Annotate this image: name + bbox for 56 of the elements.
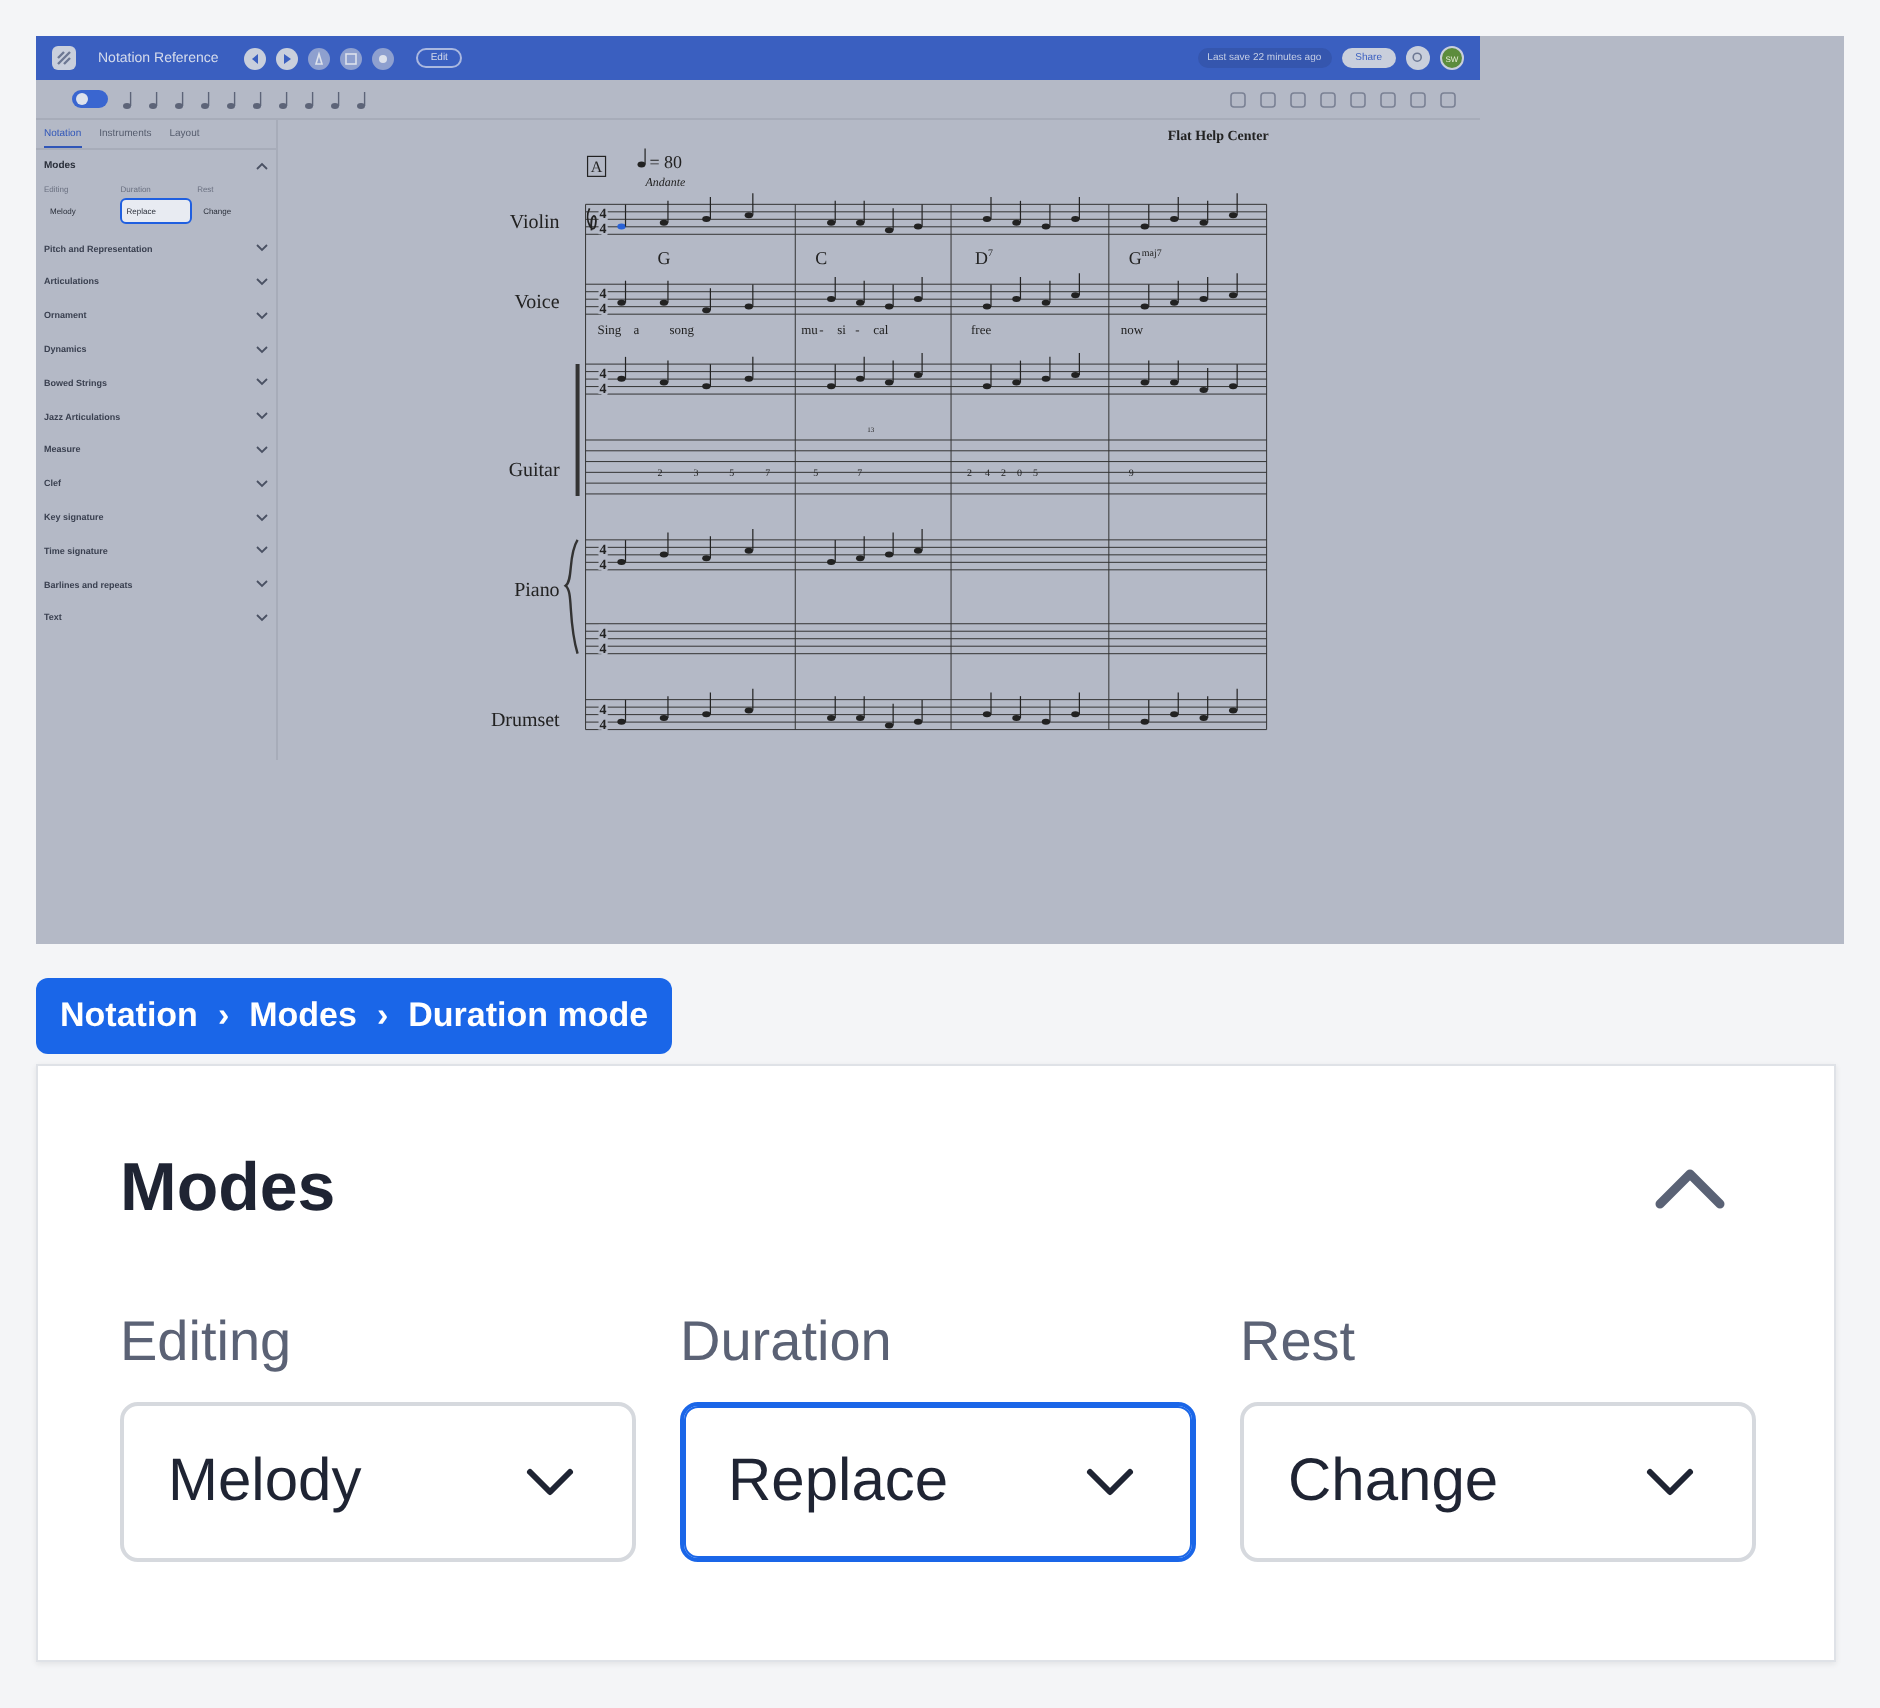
breadcrumb-item: Modes — [249, 996, 357, 1036]
note-duration-icon[interactable] — [330, 89, 342, 109]
note-duration-icon[interactable] — [226, 89, 238, 109]
chord-symbol: D$^{7}$ — [974, 248, 993, 269]
chevron-icon[interactable] — [255, 162, 268, 171]
chevron-icon[interactable] — [255, 613, 268, 622]
chevron-icon[interactable] — [255, 479, 268, 488]
search-icon[interactable] — [1406, 46, 1430, 70]
rehearsal-mark: A — [586, 155, 606, 177]
breadcrumb-item: Duration mode — [408, 996, 649, 1036]
chevron-icon[interactable] — [255, 244, 268, 253]
chord-symbol: G — [657, 248, 671, 269]
breadcrumb-item: Notation — [60, 996, 198, 1036]
chevron-icon[interactable] — [255, 546, 268, 555]
mode-dropdown[interactable]: Melody — [120, 1402, 636, 1562]
chevron-icon[interactable] — [255, 311, 268, 320]
breadcrumb-separator: › — [217, 996, 230, 1036]
chord-symbol: C — [814, 248, 827, 269]
panel-title: Modes — [120, 1149, 336, 1227]
field-label: Editing — [120, 1310, 294, 1374]
chevron-icon[interactable] — [255, 412, 268, 421]
mode-dropdown[interactable]: Change — [1240, 1402, 1756, 1562]
play-icon[interactable] — [276, 47, 299, 69]
chevron-icon[interactable] — [255, 277, 268, 286]
note-duration-icon[interactable] — [304, 89, 316, 109]
chord-symbol: G$^{maj7}$ — [1128, 248, 1162, 269]
chevron-icon[interactable] — [255, 513, 268, 522]
breadcrumb-separator: › — [376, 996, 389, 1036]
note-duration-icon[interactable] — [200, 89, 212, 109]
tempo-mark: = 80 — [637, 147, 682, 173]
chevron-icon[interactable] — [255, 378, 268, 387]
chevron-icon[interactable] — [255, 580, 268, 589]
field-label: Duration — [680, 1310, 894, 1374]
chevron-icon[interactable] — [255, 445, 268, 454]
metronome-icon[interactable] — [308, 47, 331, 69]
note-duration-icon[interactable] — [356, 89, 368, 109]
instrument-name: Voice — [514, 292, 560, 315]
note-duration-icon[interactable] — [278, 89, 290, 109]
instrument-name: Drumset — [490, 709, 560, 732]
instrument-name: Violin — [509, 212, 560, 235]
note-duration-icon[interactable] — [148, 89, 160, 109]
chevron-down-icon — [1084, 1466, 1136, 1498]
rewind-icon[interactable] — [244, 47, 267, 69]
note-duration-icon[interactable] — [174, 89, 186, 109]
chevron-icon[interactable] — [1654, 1166, 1726, 1210]
chevron-down-icon — [1644, 1466, 1696, 1498]
logo-icon — [52, 46, 76, 70]
chevron-down-icon — [524, 1466, 576, 1498]
chevron-icon[interactable] — [255, 345, 268, 354]
instrument-name: Guitar — [508, 459, 560, 482]
input-mode-toggle-icon[interactable] — [72, 90, 108, 108]
note-duration-icon[interactable] — [252, 89, 264, 109]
mode-dropdown[interactable]: Replace — [680, 1402, 1196, 1562]
field-label: Rest — [1240, 1310, 1358, 1374]
instrument-name: Piano — [513, 579, 560, 602]
note-duration-icon[interactable] — [122, 89, 134, 109]
